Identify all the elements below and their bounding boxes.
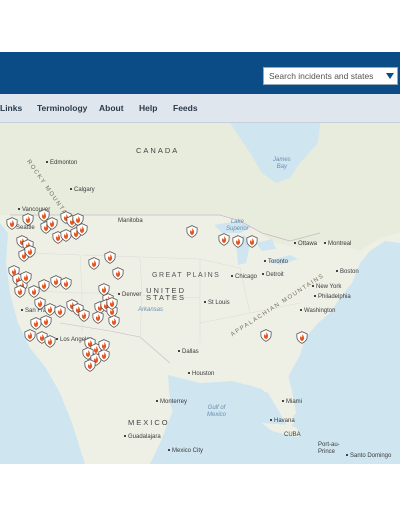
label-cuba: CUBA [284,432,301,438]
label-philadelphia: Philadelphia [314,294,351,301]
fire-incident-icon[interactable] [106,297,118,310]
fire-incident-icon[interactable] [76,223,88,236]
label-gulf-of-mexico: Gulf of Mexico [207,405,227,418]
fire-incident-icon[interactable] [112,267,124,280]
label-arkansas: Arkansas [138,307,164,313]
fire-incident-icon[interactable] [88,257,100,270]
fire-incident-icon[interactable] [6,217,18,230]
label-dallas: Dallas [178,349,199,356]
label-ottawa: Ottawa [294,241,317,248]
fire-incident-icon[interactable] [20,271,32,284]
fire-incident-icon[interactable] [186,225,198,238]
nav-item-terminology[interactable]: Terminology [37,103,87,113]
label-canada: CANADA [136,146,180,155]
label-toronto: Toronto [264,259,288,266]
nav-item-links[interactable]: Links [0,103,22,113]
label-monterrey: Monterrey [156,399,187,406]
fire-incident-icon[interactable] [60,277,72,290]
fire-incident-icon[interactable] [14,285,26,298]
nav-bar: Links Terminology About Help Feeds [0,94,400,123]
label-mexico: MEXICO [128,418,170,427]
label-great-plains: GREAT PLAINS [152,272,221,279]
label-st-louis: St Louis [204,300,230,307]
triangle-down-icon[interactable] [383,73,397,79]
label-miami: Miami [282,399,302,406]
fire-incident-icon[interactable] [104,251,116,264]
fire-incident-icon[interactable] [78,309,90,322]
label-santo-domingo: Santo Domingo [346,453,391,460]
incident-search-input[interactable]: Search incidents and states [263,67,398,85]
fire-incident-icon[interactable] [22,213,34,226]
fire-incident-icon[interactable] [260,329,272,342]
label-boston: Boston [336,269,359,276]
fire-incident-icon[interactable] [46,217,58,230]
fire-incident-icon[interactable] [44,335,56,348]
fire-incident-icon[interactable] [218,233,230,246]
label-montreal: Montreal [324,241,351,248]
label-mexico-city: Mexico City [168,448,203,455]
label-houston: Houston [188,371,214,378]
fire-incident-icon[interactable] [24,245,36,258]
fire-incident-icon[interactable] [246,235,258,248]
label-manitoba: Manitoba [118,218,143,224]
nav-item-about[interactable]: About [99,103,124,113]
label-edmonton: Edmonton [46,160,77,167]
fire-incident-icon[interactable] [98,349,110,362]
fire-incident-icon[interactable] [38,279,50,292]
nav-item-help[interactable]: Help [139,103,157,113]
fire-incident-icon[interactable] [232,235,244,248]
label-washington: Washington [300,308,335,315]
label-havana: Havana [270,418,295,425]
fire-incident-icon[interactable] [40,315,52,328]
fire-incident-icon[interactable] [24,329,36,342]
label-new-york: New York [312,284,341,291]
search-placeholder: Search incidents and states [269,71,374,81]
label-james-bay: James Bay [273,157,291,170]
label-port-au-prince: Port-au- Prince [318,442,340,455]
label-united-states: UNITED STATES [146,286,187,302]
label-denver: Denver [118,292,141,299]
label-lake-superior: Lake Superior [226,219,249,232]
label-chicago: Chicago [231,274,257,281]
fire-incident-icon[interactable] [84,359,96,372]
fire-incident-icon[interactable] [54,305,66,318]
nav-item-feeds[interactable]: Feeds [173,103,198,113]
label-detroit: Detroit [262,272,284,279]
fire-incident-icon[interactable] [92,311,104,324]
label-guadalajara: Guadalajara [124,434,161,441]
fire-incident-icon[interactable] [296,331,308,344]
fire-incident-icon[interactable] [108,315,120,328]
label-calgary: Calgary [70,187,95,194]
incident-map[interactable]: CANADA ROCKY MOUNTAINS GREAT PLAINS UNIT… [0,123,400,464]
